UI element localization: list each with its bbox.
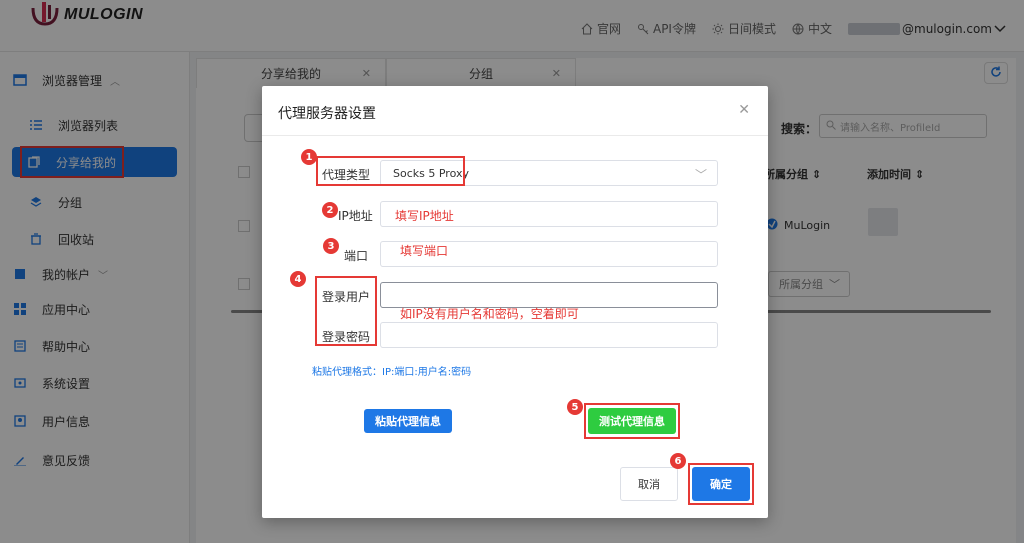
cancel-label: 取消 [638, 478, 660, 491]
callout-badge: 1 [301, 149, 317, 165]
divider [262, 135, 768, 136]
paste-proxy-button[interactable]: 粘贴代理信息 [364, 409, 452, 433]
callout-badge: 4 [290, 271, 306, 287]
credentials-annotation: 如IP没有用户名和密码，空着即可 [400, 307, 579, 321]
login-password-input[interactable] [380, 322, 718, 348]
dialog-title: 代理服务器设置 [278, 106, 376, 122]
highlight-credentials [315, 276, 377, 346]
ip-annotation: 填写IP地址 [395, 209, 454, 223]
callout-badge: 2 [322, 202, 338, 218]
highlight-test-button [584, 403, 680, 439]
highlight-confirm-button [688, 463, 754, 505]
close-icon[interactable]: ✕ [738, 102, 750, 118]
callout-badge: 3 [323, 238, 339, 254]
chevron-down-icon: ﹀ [694, 168, 707, 182]
paste-proxy-label: 粘贴代理信息 [375, 415, 441, 428]
callout-badge: 6 [670, 453, 686, 469]
proxy-settings-dialog: 代理服务器设置 ✕ 代理类型 Socks 5 Proxy ﹀ IP地址 填写IP… [262, 86, 768, 518]
callout-badge: 5 [567, 399, 583, 415]
ip-address-label: IP地址 [338, 209, 373, 223]
highlight-proxy-type [316, 156, 465, 186]
paste-format-hint: 粘贴代理格式：IP:端口:用户名:密码 [312, 367, 472, 378]
port-annotation: 填写端口 [400, 244, 449, 258]
cancel-button[interactable]: 取消 [620, 467, 678, 501]
port-label: 端口 [344, 249, 369, 263]
